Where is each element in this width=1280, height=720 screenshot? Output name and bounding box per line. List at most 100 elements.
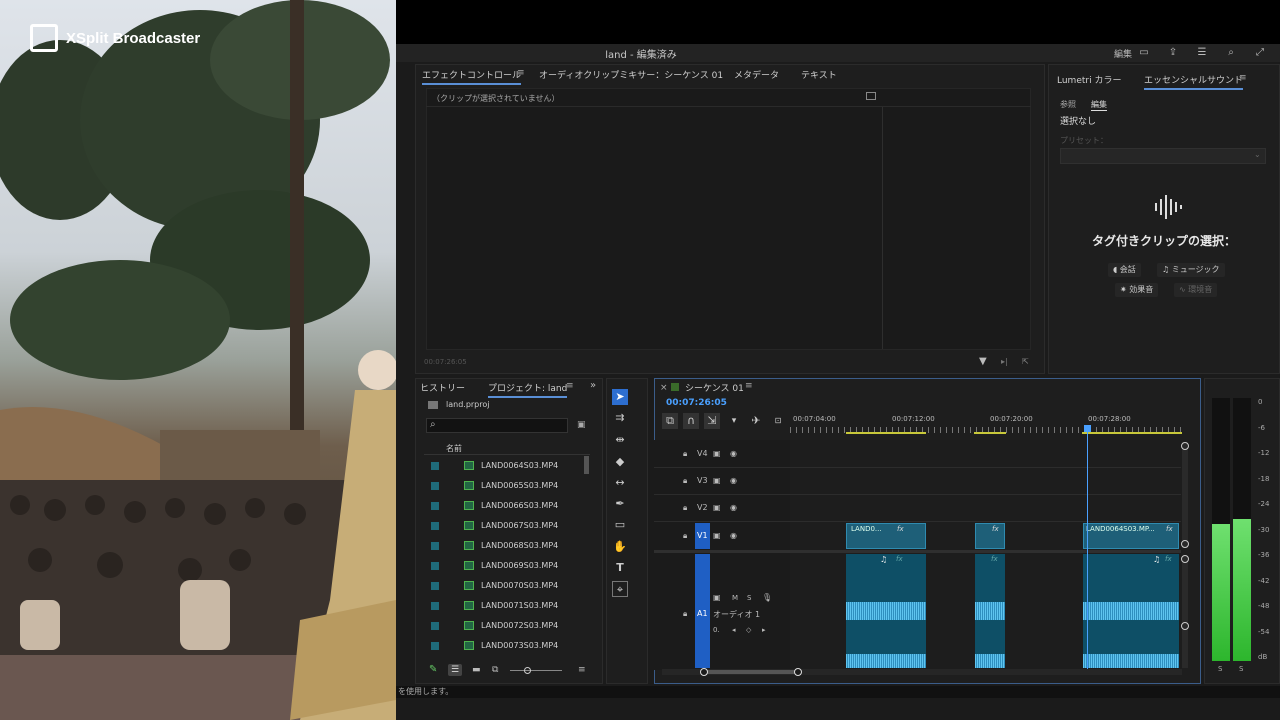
label-color-swatch[interactable] xyxy=(431,462,439,470)
playhead-handle[interactable] xyxy=(1084,425,1091,432)
type-tool-icon[interactable]: T xyxy=(612,560,628,576)
audio-clip[interactable]: ♫ fx xyxy=(846,554,926,668)
list-item[interactable]: LAND0067S03.MP4 xyxy=(424,516,582,536)
add-keyframe-icon[interactable]: ◇ xyxy=(746,626,751,634)
mute-button[interactable]: M xyxy=(732,594,738,602)
video-clip[interactable]: fx xyxy=(975,523,1005,549)
timeline-view-icon[interactable] xyxy=(866,92,876,100)
panel-menu-icon[interactable]: ≡ xyxy=(745,381,753,391)
ripple-edit-tool-icon[interactable]: ⇹ xyxy=(612,432,628,448)
list-item[interactable]: LAND0065S03.MP4 xyxy=(424,476,582,496)
pen-tool-icon[interactable]: ✒ xyxy=(612,496,628,512)
sequence-tab[interactable]: シーケンス 01 xyxy=(685,381,744,394)
panel-menu-icon[interactable]: ≡ xyxy=(566,381,574,391)
scroll-handle[interactable] xyxy=(1181,555,1189,563)
caption-tool-icon[interactable]: ⌖ xyxy=(612,581,628,597)
label-color-swatch[interactable] xyxy=(431,502,439,510)
lock-icon[interactable]: 🔒︎ xyxy=(683,476,687,486)
prev-keyframe-icon[interactable]: ◂ xyxy=(732,626,736,634)
video-clip[interactable]: LAND0064S03.MP... fx xyxy=(1083,523,1179,549)
pencil-icon[interactable]: ✎ xyxy=(429,664,437,675)
eye-icon[interactable]: ◉ xyxy=(730,531,737,540)
eye-icon[interactable]: ◉ xyxy=(730,503,737,512)
dialogue-type-button[interactable]: ◖ 会話 xyxy=(1108,263,1141,277)
icon-view-icon[interactable]: ▬ xyxy=(472,665,481,675)
scroll-handle[interactable] xyxy=(1181,540,1189,548)
volume-value[interactable]: 0. xyxy=(713,626,720,634)
list-item[interactable]: LAND0072S03.MP4 xyxy=(424,616,582,636)
panel-icon[interactable]: ▭ xyxy=(1138,47,1150,58)
subtab-browse[interactable]: 参照 xyxy=(1060,99,1076,110)
label-color-swatch[interactable] xyxy=(431,602,439,610)
solo-right-button[interactable]: S xyxy=(1239,665,1243,673)
project-search-input[interactable] xyxy=(426,418,568,433)
sync-lock-icon[interactable]: ▣ xyxy=(713,449,721,458)
preset-dropdown[interactable] xyxy=(1060,148,1266,164)
eye-icon[interactable]: ◉ xyxy=(730,476,737,485)
list-item[interactable]: LAND0070S03.MP4 xyxy=(424,576,582,596)
music-type-button[interactable]: ♫ ミュージック xyxy=(1157,263,1225,277)
solo-left-button[interactable]: S xyxy=(1218,665,1222,673)
scroll-handle[interactable] xyxy=(1181,622,1189,630)
panel-menu-icon[interactable]: ≡ xyxy=(1239,73,1247,83)
tab-text[interactable]: テキスト xyxy=(801,68,837,81)
label-color-swatch[interactable] xyxy=(431,622,439,630)
label-color-swatch[interactable] xyxy=(431,562,439,570)
list-item[interactable]: LAND0068S03.MP4 xyxy=(424,536,582,556)
zoom-bar-thumb[interactable] xyxy=(704,670,798,674)
sync-lock-icon[interactable]: ▣ xyxy=(713,476,721,485)
zoom-handle-right[interactable] xyxy=(794,668,802,676)
rectangle-tool-icon[interactable]: ▭ xyxy=(612,517,628,533)
close-icon[interactable]: × xyxy=(660,383,668,393)
playhead-timecode[interactable]: 00:07:26:05 xyxy=(666,398,727,408)
export-icon[interactable]: ⇱ xyxy=(1022,357,1029,366)
fullscreen-icon[interactable]: ⤢ xyxy=(1254,47,1266,58)
search-icon[interactable]: ⌕ xyxy=(1225,47,1237,58)
panel-overflow-icon[interactable]: » xyxy=(590,380,596,391)
ambience-type-button[interactable]: ∿ 環境音 xyxy=(1174,283,1218,297)
subtab-edit[interactable]: 編集 xyxy=(1091,99,1107,111)
panel-menu-icon[interactable]: ≡ xyxy=(517,68,525,78)
slip-tool-icon[interactable]: ↔ xyxy=(612,475,628,491)
sync-lock-icon[interactable]: ▣ xyxy=(713,531,721,540)
solo-button[interactable]: S xyxy=(747,594,751,602)
lock-icon[interactable]: 🔒︎ xyxy=(683,609,687,619)
list-item[interactable]: LAND0066S03.MP4 xyxy=(424,496,582,516)
tab-audio-clip-mixer[interactable]: オーディオクリップミキサー：シーケンス 01 xyxy=(539,68,723,81)
playhead-line[interactable] xyxy=(1087,432,1088,670)
lock-icon[interactable]: 🔒︎ xyxy=(683,531,687,541)
new-bin-icon[interactable]: ▣ xyxy=(577,420,586,430)
label-color-swatch[interactable] xyxy=(431,642,439,650)
vertical-scrollbar[interactable] xyxy=(1182,556,1188,668)
next-keyframe-icon[interactable]: ▸ xyxy=(762,626,766,634)
selection-tool-icon[interactable]: ➤ xyxy=(612,389,628,405)
snap-icon[interactable]: ∩ xyxy=(683,413,699,429)
freeform-view-icon[interactable]: ⧉ xyxy=(492,665,498,675)
add-marker-icon[interactable]: ▾ xyxy=(726,413,742,429)
menu-icon[interactable]: ☰ xyxy=(1196,47,1208,58)
captions-icon[interactable]: ⊡ xyxy=(770,413,786,429)
razor-tool-icon[interactable]: ◆ xyxy=(612,454,628,470)
tab-history[interactable]: ヒストリー xyxy=(420,381,465,394)
scroll-handle[interactable] xyxy=(1181,442,1189,450)
tab-lumetri-color[interactable]: Lumetri カラー xyxy=(1057,73,1121,86)
tab-effect-controls[interactable]: エフェクトコントロール xyxy=(422,68,522,85)
audio-clip[interactable]: fx xyxy=(975,554,1005,668)
hand-tool-icon[interactable]: ✋ xyxy=(612,539,628,555)
nest-toggle-icon[interactable]: ⧉ xyxy=(662,413,678,429)
list-item[interactable]: LAND0069S03.MP4 xyxy=(424,556,582,576)
zoom-slider-handle[interactable] xyxy=(524,667,531,674)
lock-icon[interactable]: 🔒︎ xyxy=(683,449,687,459)
microphone-icon[interactable]: 🎙︎ xyxy=(762,593,772,602)
tab-essential-sound[interactable]: エッセンシャルサウンド xyxy=(1144,73,1244,90)
linked-selection-icon[interactable]: ⇲ xyxy=(704,413,720,429)
zoom-slider-track[interactable] xyxy=(510,670,562,671)
eye-icon[interactable]: ◉ xyxy=(730,449,737,458)
edit-workspace-label[interactable]: 編集 xyxy=(1114,47,1132,60)
label-color-swatch[interactable] xyxy=(431,522,439,530)
audio-clip[interactable]: ♫ fx xyxy=(1083,554,1179,668)
sync-lock-icon[interactable]: ▣ xyxy=(713,593,721,602)
tab-project[interactable]: プロジェクト: land xyxy=(488,381,568,398)
track-select-tool-icon[interactable]: ⇉ xyxy=(612,410,628,426)
column-name-header[interactable]: 名前 xyxy=(446,443,462,454)
